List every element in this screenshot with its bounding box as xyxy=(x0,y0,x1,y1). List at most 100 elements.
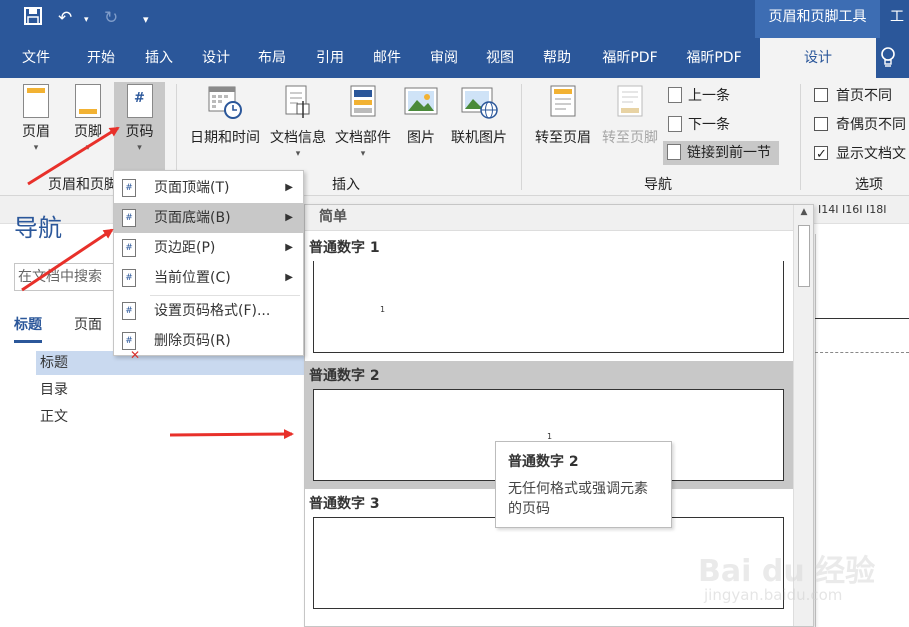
preview-page-number: 1 xyxy=(380,305,386,314)
menu-item-label: 页边距(P) xyxy=(154,240,216,256)
page-bottom-icon: # xyxy=(122,209,136,227)
tab-layout[interactable]: 布局 xyxy=(244,38,300,78)
odd-even-different-label: 奇偶页不同 xyxy=(836,117,906,133)
scroll-up-icon[interactable]: ▲ xyxy=(794,207,813,223)
group-label-insert: 插入 xyxy=(332,177,360,193)
next-icon xyxy=(668,116,682,132)
gallery-item-label: 普通数字 2 xyxy=(309,368,380,384)
undo-icon[interactable]: ↶ xyxy=(58,7,72,29)
tab-foxit-pdf-2[interactable]: 福昕PDF xyxy=(674,38,754,78)
goto-header-label: 转至页眉 xyxy=(535,130,591,146)
nav-search-input[interactable]: 在文档中搜索 xyxy=(14,263,114,291)
page-number-menu: # 页面顶端(T) ▶ # 页面底端(B) ▶ # 页边距(P) ▶ # 当前位… xyxy=(113,170,304,362)
doc-parts-label: 文档部件 xyxy=(335,130,391,146)
redo-icon[interactable]: ↻ xyxy=(104,7,118,29)
nav-tab-headings[interactable]: 标题 xyxy=(14,314,42,343)
lightbulb-icon[interactable] xyxy=(880,47,896,74)
tab-file[interactable]: 文件 xyxy=(8,38,64,78)
tab-header-footer-design[interactable]: 设计 xyxy=(760,38,876,78)
gallery-item-preview: 1 xyxy=(313,261,784,353)
menu-item-label: 设置页码格式(F)... xyxy=(154,303,271,319)
watermark-url: jingyan.baidu.com xyxy=(704,586,843,604)
doc-info-label: 文档信息 xyxy=(270,130,326,146)
tooltip-body: 无任何格式或强调元素的页码 xyxy=(508,481,648,517)
nav-tab-pages[interactable]: 页面 xyxy=(74,314,102,334)
footer-button[interactable]: 页脚 ▾ xyxy=(66,82,110,174)
menu-item-format-page-numbers[interactable]: # 设置页码格式(F)... xyxy=(114,296,303,326)
menu-item-label: 页面底端(B) xyxy=(154,210,231,226)
tab-insert[interactable]: 插入 xyxy=(132,38,186,78)
submenu-arrow-icon: ▶ xyxy=(285,272,293,283)
format-page-numbers-icon: # xyxy=(122,302,136,320)
watermark-logo-text: Bai du 经验 xyxy=(698,554,876,589)
tab-foxit-pdf-1[interactable]: 福昕PDF xyxy=(590,38,670,78)
show-document-text-checkbox[interactable]: 显示文档文 xyxy=(814,142,906,167)
picture-icon xyxy=(399,84,443,124)
tab-help[interactable]: 帮助 xyxy=(529,38,585,78)
group-divider xyxy=(521,84,522,190)
page-number-label: 页码 xyxy=(125,124,154,140)
header-button[interactable]: 页眉 ▾ xyxy=(14,82,58,174)
horizontal-ruler: I14I I16I I18I xyxy=(818,203,887,216)
menu-item-current-position[interactable]: # 当前位置(C) ▶ xyxy=(114,263,303,293)
page-number-button[interactable]: # 页码 ▾ xyxy=(114,82,165,174)
checkbox-checked-icon xyxy=(814,143,828,167)
title-extra: 工 xyxy=(890,9,904,25)
group-label-options: 选项 xyxy=(855,177,883,193)
current-position-icon: # xyxy=(122,269,136,287)
gallery-tooltip: 普通数字 2 无任何格式或强调元素的页码 xyxy=(495,441,672,528)
submenu-arrow-icon: ▶ xyxy=(285,242,293,253)
customize-qat-icon[interactable]: ▾ xyxy=(143,9,149,31)
calendar-clock-icon xyxy=(186,84,264,124)
footer-label: 页脚 xyxy=(74,124,102,140)
first-page-different-checkbox[interactable]: 首页不同 xyxy=(814,84,892,108)
link-to-previous-button[interactable]: 链接到前一节 xyxy=(663,141,779,165)
tab-home[interactable]: 开始 xyxy=(74,38,128,78)
date-time-button[interactable]: 日期和时间 xyxy=(186,82,264,174)
tab-references[interactable]: 引用 xyxy=(302,38,358,78)
link-icon xyxy=(667,144,681,160)
context-tool-title: 页眉和页脚工具 xyxy=(755,0,880,38)
menu-item-page-margins[interactable]: # 页边距(P) ▶ xyxy=(114,233,303,263)
next-button[interactable]: 下一条 xyxy=(668,113,730,137)
link-to-previous-label: 链接到前一节 xyxy=(687,145,771,161)
previous-label: 上一条 xyxy=(688,88,730,104)
doc-info-button[interactable]: 文档信息 ▾ xyxy=(266,82,330,174)
ribbon-tabs: 文件 开始 插入 设计 布局 引用 邮件 审阅 视图 帮助 福昕PDF 福昕PD… xyxy=(0,38,909,78)
previous-button[interactable]: 上一条 xyxy=(668,84,730,108)
submenu-arrow-icon: ▶ xyxy=(285,182,293,193)
tab-design[interactable]: 设计 xyxy=(188,38,244,78)
checkbox-icon xyxy=(814,117,828,131)
scrollbar-thumb[interactable] xyxy=(798,225,810,287)
save-icon[interactable] xyxy=(24,7,42,31)
show-document-text-label: 显示文档文 xyxy=(836,146,906,162)
tab-mailings[interactable]: 邮件 xyxy=(359,38,415,78)
menu-item-top-of-page[interactable]: # 页面顶端(T) ▶ xyxy=(114,173,303,203)
menu-item-remove-page-numbers[interactable]: # ✕ 删除页码(R) xyxy=(114,326,303,362)
doc-info-icon xyxy=(266,84,330,124)
nav-heading-item[interactable]: 目录 xyxy=(36,378,304,402)
group-divider xyxy=(800,84,801,190)
odd-even-different-checkbox[interactable]: 奇偶页不同 xyxy=(814,113,906,137)
tab-review[interactable]: 审阅 xyxy=(416,38,472,78)
menu-item-label: 删除页码(R) xyxy=(154,333,231,349)
gallery-item-plain-number-1[interactable]: 普通数字 1 1 xyxy=(305,233,793,361)
menu-item-label: 当前位置(C) xyxy=(154,270,231,286)
picture-label: 图片 xyxy=(407,130,435,146)
submenu-arrow-icon: ▶ xyxy=(285,212,293,223)
goto-header-button[interactable]: 转至页眉 xyxy=(530,82,596,174)
tooltip-title: 普通数字 2 xyxy=(508,454,579,470)
gallery-section-header: 简单 xyxy=(305,205,793,231)
doc-parts-icon xyxy=(331,84,395,124)
menu-item-label: 页面顶端(T) xyxy=(154,180,230,196)
doc-parts-button[interactable]: 文档部件 ▾ xyxy=(331,82,395,174)
menu-item-bottom-of-page[interactable]: # 页面底端(B) ▶ xyxy=(114,203,303,233)
picture-button[interactable]: 图片 xyxy=(399,82,443,174)
goto-footer-button[interactable]: 转至页脚 xyxy=(598,82,662,174)
undo-dropdown-icon[interactable]: ▾ xyxy=(84,9,89,31)
nav-heading-item[interactable]: 正文 xyxy=(36,405,304,429)
page-margins-icon: # xyxy=(122,239,136,257)
checkbox-icon xyxy=(814,88,828,102)
tab-view[interactable]: 视图 xyxy=(472,38,528,78)
online-picture-button[interactable]: 联机图片 xyxy=(446,82,512,174)
